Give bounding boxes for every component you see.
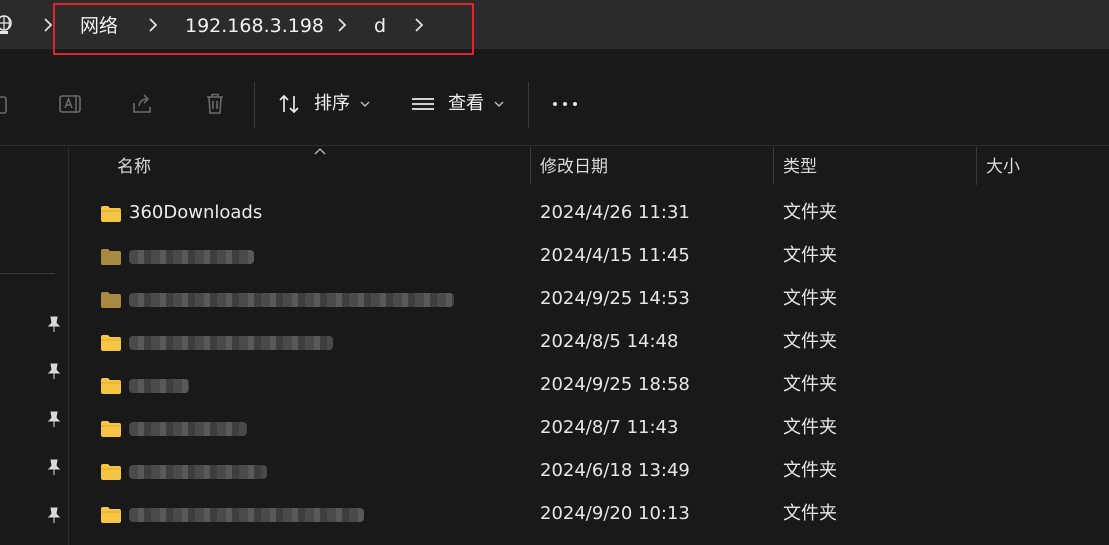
pin-icon[interactable] <box>46 362 62 380</box>
file-type: 文件夹 <box>783 245 837 266</box>
rename-icon[interactable] <box>58 91 84 117</box>
folder-icon <box>101 292 121 308</box>
chevron-right-icon[interactable] <box>335 16 349 34</box>
file-name[interactable]: 360Downloads <box>129 201 262 225</box>
column-size[interactable]: 大小 <box>986 156 1020 178</box>
sort-ascending-icon <box>314 148 326 155</box>
breadcrumb-host[interactable]: 192.168.3.198 <box>185 14 324 38</box>
column-header: 名称 修改日期 类型 大小 <box>70 147 1109 187</box>
folder-icon <box>101 507 121 523</box>
chevron-right-icon[interactable] <box>41 16 55 34</box>
chevron-down-icon[interactable] <box>494 100 504 108</box>
sort-button[interactable]: 排序 <box>314 92 350 116</box>
chevron-down-icon[interactable] <box>360 100 370 108</box>
toolbar-separator <box>528 82 529 128</box>
table-row[interactable]: 360Downloads 2024/4/26 11:31 文件夹 <box>70 193 1109 236</box>
more-dot <box>573 102 577 106</box>
folder-icon <box>101 206 121 222</box>
breadcrumb[interactable]: 网络 192.168.3.198 d <box>0 0 1109 50</box>
file-type: 文件夹 <box>783 331 837 352</box>
address-bar: 网络 192.168.3.198 d <box>0 0 1109 55</box>
command-bar: 排序 查看 <box>0 62 1109 146</box>
network-icon <box>0 15 12 34</box>
view-button[interactable]: 查看 <box>448 92 484 116</box>
file-date: 2024/9/25 14:53 <box>540 288 690 309</box>
column-modified[interactable]: 修改日期 <box>540 156 608 178</box>
column-divider[interactable] <box>976 147 977 185</box>
column-name[interactable]: 名称 <box>117 156 151 178</box>
chevron-right-icon[interactable] <box>146 16 160 34</box>
folder-icon <box>101 249 121 265</box>
folder-icon <box>101 464 121 480</box>
pin-icon[interactable] <box>46 458 62 476</box>
pin-icon[interactable] <box>46 410 62 428</box>
folder-icon <box>101 378 121 394</box>
file-type: 文件夹 <box>783 417 837 438</box>
nav-divider <box>0 273 55 274</box>
file-type: 文件夹 <box>783 460 837 481</box>
redacted-file-name[interactable] <box>129 422 247 436</box>
file-date: 2024/8/7 11:43 <box>540 417 679 438</box>
redacted-file-name[interactable] <box>129 508 364 522</box>
pin-icon[interactable] <box>46 315 62 333</box>
column-divider[interactable] <box>530 147 531 185</box>
file-date: 2024/9/25 18:58 <box>540 374 690 395</box>
table-row[interactable]: 2024/9/25 14:53 文件夹 <box>70 279 1109 322</box>
navigation-pane <box>0 147 69 545</box>
file-type: 文件夹 <box>783 374 837 395</box>
file-type: 文件夹 <box>783 202 837 223</box>
redacted-file-name[interactable] <box>129 250 254 264</box>
file-date: 2024/4/15 11:45 <box>540 245 690 266</box>
file-date: 2024/8/5 14:48 <box>540 331 679 352</box>
table-row[interactable]: 2024/4/15 11:45 文件夹 <box>70 236 1109 279</box>
share-icon[interactable] <box>130 91 156 117</box>
file-type: 文件夹 <box>783 503 837 524</box>
delete-icon[interactable] <box>202 91 228 117</box>
redacted-file-name[interactable] <box>129 336 333 350</box>
folder-icon <box>101 421 121 437</box>
redacted-file-name[interactable] <box>129 465 267 479</box>
breadcrumb-share-d[interactable]: d <box>374 14 386 38</box>
more-dot <box>563 102 567 106</box>
table-row[interactable]: 2024/8/5 14:48 文件夹 <box>70 322 1109 365</box>
copy-icon[interactable] <box>0 91 12 117</box>
breadcrumb-network[interactable]: 网络 <box>80 14 118 38</box>
file-date: 2024/9/20 10:13 <box>540 503 690 524</box>
pin-icon[interactable] <box>46 506 62 524</box>
redacted-file-name[interactable] <box>129 379 189 393</box>
file-type: 文件夹 <box>783 288 837 309</box>
table-row[interactable]: 2024/6/18 13:49 文件夹 <box>70 451 1109 494</box>
redacted-file-name[interactable] <box>129 293 454 307</box>
table-row[interactable]: 2024/9/20 10:13 文件夹 <box>70 494 1109 537</box>
toolbar-separator <box>254 82 255 128</box>
table-row[interactable]: 2024/9/25 18:58 文件夹 <box>70 365 1109 408</box>
chevron-right-icon[interactable] <box>412 16 426 34</box>
more-dot <box>553 102 557 106</box>
column-type[interactable]: 类型 <box>783 156 817 178</box>
file-date: 2024/4/26 11:31 <box>540 202 690 223</box>
file-date: 2024/6/18 13:49 <box>540 460 690 481</box>
more-options-button[interactable] <box>553 102 579 108</box>
view-icon[interactable] <box>410 91 436 117</box>
column-divider[interactable] <box>773 147 774 185</box>
sort-icon[interactable] <box>277 91 303 117</box>
table-row[interactable]: 2024/8/7 11:43 文件夹 <box>70 408 1109 451</box>
folder-icon <box>101 335 121 351</box>
